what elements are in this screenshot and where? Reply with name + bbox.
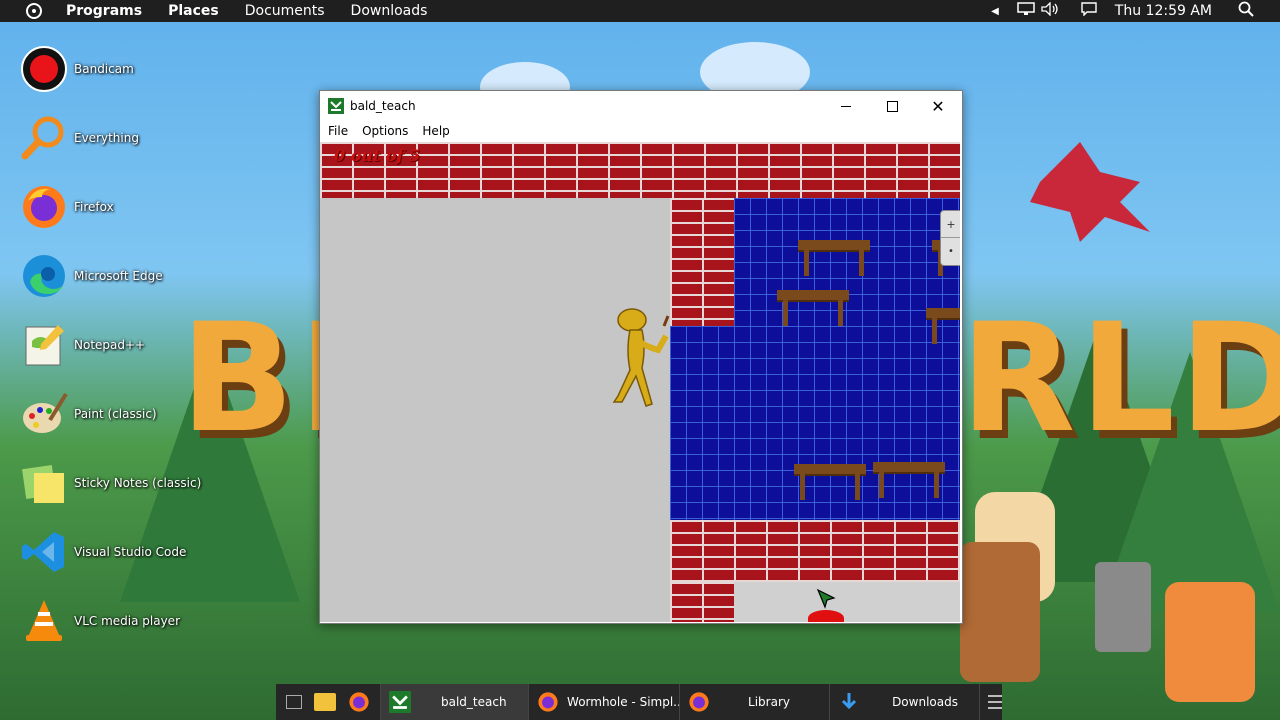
app-window: bald_teach ✕ File Options Help 0 out of … — [319, 90, 963, 624]
desk — [777, 290, 849, 326]
notepadpp-icon — [25, 325, 64, 366]
desk — [794, 464, 866, 500]
firefox-icon — [23, 186, 65, 228]
game-viewport[interactable]: 0 out of 5 + • — [320, 142, 960, 622]
everything-search-icon — [21, 116, 64, 160]
hamburger-menu-icon[interactable] — [988, 695, 1003, 709]
wallpaper-robot — [1095, 562, 1151, 652]
classroom-floor — [670, 326, 734, 520]
menu-bar: File Options Help — [320, 121, 962, 141]
arrow-left-icon[interactable]: ◀ — [991, 6, 999, 17]
wallpaper-dragon — [1030, 142, 1150, 242]
programs-menu[interactable]: Programs — [66, 3, 142, 19]
places-menu[interactable]: Places — [168, 3, 219, 19]
wallpaper-cat — [1165, 582, 1255, 702]
apps-circle-icon[interactable] — [26, 3, 42, 19]
bald-teach-icon — [328, 98, 344, 114]
desktop-icon-everything[interactable]: Everything — [20, 112, 220, 164]
desktop-icon-label: VLC media player — [74, 614, 181, 628]
downloads-menu[interactable]: Downloads — [351, 3, 428, 19]
edge-icon — [23, 255, 65, 297]
desktop-icon-sticky-notes[interactable]: Sticky Notes (classic) — [20, 457, 220, 509]
cursor-arrow-icon — [816, 588, 836, 609]
close-icon: ✕ — [931, 96, 945, 116]
brick-wall — [670, 198, 734, 326]
notification-icon[interactable] — [1081, 2, 1097, 20]
desktop-icon-label: Visual Studio Code — [74, 545, 187, 559]
desktop-icon-label: Sticky Notes (classic) — [74, 476, 202, 490]
brick-wall — [670, 520, 960, 582]
desktop-icon-label: Paint (classic) — [74, 407, 157, 421]
taskbar-item-library[interactable]: Library — [680, 684, 831, 720]
brick-wall — [670, 582, 734, 622]
teacher-character — [612, 308, 670, 407]
download-arrow-icon — [842, 693, 857, 710]
zoom-out-button[interactable]: • — [941, 238, 960, 264]
firefox-icon[interactable] — [348, 691, 370, 713]
desktop-icon-label: Microsoft Edge — [74, 269, 163, 283]
taskbar-item-label: Library — [748, 695, 790, 709]
sticky-notes-icon — [22, 465, 64, 503]
desktop-icon-bandicam[interactable]: Bandicam — [20, 43, 220, 95]
desk — [873, 462, 945, 498]
zoom-in-button[interactable]: + — [941, 211, 960, 238]
wallpaper-horse — [960, 542, 1040, 682]
taskbar-item-label: Downloads — [892, 695, 958, 709]
clock[interactable]: Thu 12:59 AM — [1115, 3, 1212, 19]
taskbar-item-downloads[interactable]: Downloads — [830, 684, 981, 720]
desk — [926, 308, 960, 344]
desk — [798, 240, 870, 276]
taskbar-item-label: Wormhole - Simpl... — [567, 695, 680, 709]
close-button[interactable]: ✕ — [915, 91, 961, 121]
documents-menu[interactable]: Documents — [245, 3, 325, 19]
desktop-icon-edge[interactable]: Microsoft Edge — [20, 250, 220, 302]
taskbar-item-wormhole[interactable]: Wormhole - Simpl... — [529, 684, 681, 720]
show-desktop-icon[interactable] — [286, 695, 302, 709]
menu-help[interactable]: Help — [422, 124, 449, 138]
taskbar: bald_teach Wormhole - Simpl... Library D… — [276, 684, 1003, 720]
desktop-icon-label: Firefox — [74, 200, 114, 214]
vscode-icon — [22, 532, 64, 572]
bald-teach-icon — [389, 691, 411, 713]
score-counter: 0 out of 5 — [334, 146, 421, 165]
paint-icon — [23, 392, 68, 433]
volume-icon[interactable] — [1041, 1, 1059, 20]
search-icon[interactable] — [1238, 1, 1254, 21]
vlc-icon — [26, 600, 62, 641]
desktop-icon-paint[interactable]: Paint (classic) — [20, 388, 220, 440]
window-titlebar[interactable]: bald_teach ✕ — [320, 91, 962, 121]
taskbar-item-label: bald_teach — [441, 695, 507, 709]
window-title: bald_teach — [350, 99, 416, 113]
maximize-button[interactable] — [869, 91, 915, 121]
taskbar-item-bald-teach[interactable]: bald_teach — [381, 684, 530, 720]
firefox-icon — [689, 692, 709, 712]
desktop-icon-vscode[interactable]: Visual Studio Code — [20, 526, 220, 578]
network-icon[interactable] — [1017, 2, 1035, 20]
menu-file[interactable]: File — [328, 124, 348, 138]
top-panel: Programs Places Documents Downloads ◀ Th… — [0, 0, 1280, 22]
red-button[interactable] — [808, 610, 844, 622]
menu-options[interactable]: Options — [362, 124, 408, 138]
desktop-icon-label: Notepad++ — [74, 338, 146, 352]
desktop-icon-vlc[interactable]: VLC media player — [20, 595, 220, 647]
zoom-widget[interactable]: + • — [940, 210, 960, 266]
quick-launch — [276, 684, 381, 720]
wallpaper-text-right: RLD — [960, 292, 1280, 466]
minimize-button[interactable] — [823, 91, 869, 121]
desktop-icon-label: Everything — [74, 131, 139, 145]
maximize-icon — [886, 100, 898, 112]
desktop-icon-label: Bandicam — [74, 62, 134, 76]
bandicam-icon — [21, 46, 67, 92]
desktop-icon-notepadpp[interactable]: Notepad++ — [20, 319, 220, 371]
file-manager-icon[interactable] — [314, 693, 336, 711]
hallway-floor — [734, 582, 960, 622]
minimize-icon — [841, 105, 851, 107]
desktop-icon-firefox[interactable]: Firefox — [20, 181, 220, 233]
firefox-icon — [538, 692, 558, 712]
